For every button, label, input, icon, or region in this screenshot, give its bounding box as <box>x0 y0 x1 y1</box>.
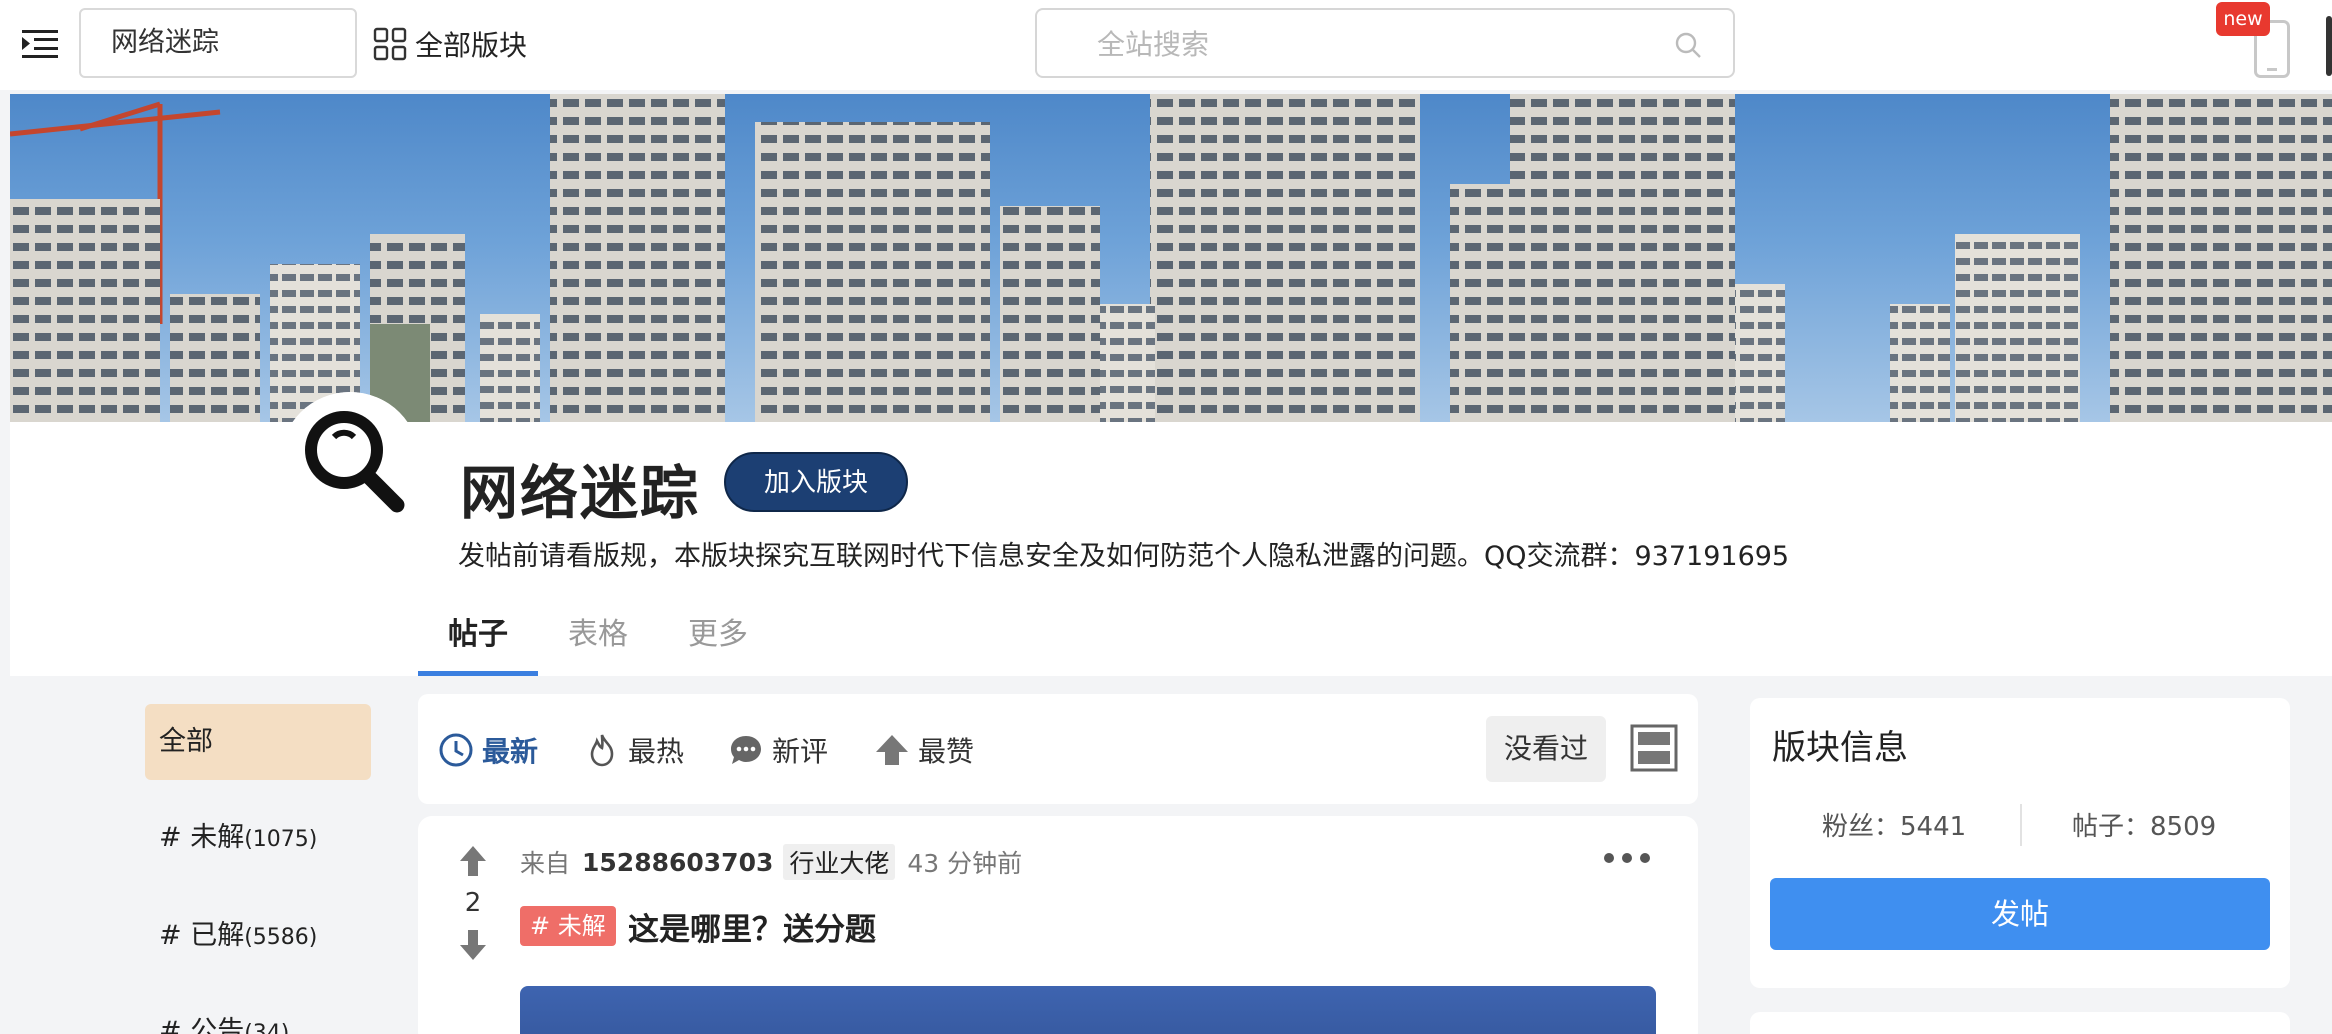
comment-icon <box>731 736 761 764</box>
board-description: 发帖前请看版规，本版块探究互联网时代下信息安全及如何防范个人隐私泄露的问题。QQ… <box>458 541 1790 572</box>
downvote-icon[interactable] <box>458 928 488 962</box>
sort-hottest[interactable]: 最热 <box>584 728 684 772</box>
post-title[interactable]: 这是哪里？送分题 <box>628 904 876 949</box>
sort-label: 最热 <box>628 735 685 768</box>
category-label: # 已解 <box>159 920 245 951</box>
from-label: 来自 <box>520 849 571 878</box>
category-count: (34) <box>244 1021 290 1034</box>
unseen-filter-button[interactable]: 没看过 <box>1486 716 1606 782</box>
new-post-button[interactable]: 发帖 <box>1770 878 2270 950</box>
sort-newest[interactable]: 最新 <box>438 728 538 772</box>
top-bar: 网络迷踪 全部版块 new <box>0 0 2332 90</box>
tab-table[interactable]: 表格 <box>538 608 658 676</box>
post-time: 43 分钟前 <box>907 849 1023 878</box>
vote-count: 2 <box>464 888 482 918</box>
author-rank-badge: 行业大佬 <box>783 844 896 880</box>
all-boards-label: 全部版块 <box>415 29 528 62</box>
sort-new-comments[interactable]: 新评 <box>728 728 828 772</box>
grid-icon <box>373 27 407 61</box>
sort-label: 最新 <box>482 735 539 768</box>
all-boards-link[interactable]: 全部版块 <box>373 24 527 64</box>
board-info-panel: 版块信息 粉丝：5441 帖子：8509 发帖 <box>1750 698 2290 988</box>
board-selector[interactable]: 网络迷踪 <box>79 8 357 78</box>
category-solved[interactable]: # 已解(5586) <box>145 898 371 974</box>
category-label: # 未解 <box>159 822 245 853</box>
join-board-button[interactable]: 加入版块 <box>724 452 908 512</box>
stats-divider <box>2020 804 2022 846</box>
flame-icon <box>590 734 614 767</box>
posts-count: 帖子：8509 <box>2072 812 2217 842</box>
search-input[interactable] <box>1097 24 1657 64</box>
post-card[interactable]: 2 来自 15288603703 行业大佬 43 分钟前 # 未解 这是哪里？送… <box>418 816 1698 1034</box>
board-title: 网络迷踪 <box>460 459 701 527</box>
tab-more[interactable]: 更多 <box>658 608 778 676</box>
tab-posts[interactable]: 帖子 <box>418 608 538 676</box>
board-banner-image <box>10 94 2332 422</box>
clock-icon <box>439 733 473 767</box>
post-author[interactable]: 15288603703 <box>582 848 773 877</box>
secondary-panel <box>1750 1012 2290 1034</box>
upvote-icon[interactable] <box>458 844 488 878</box>
fans-count: 粉丝：5441 <box>1822 812 1967 842</box>
scroll-edge <box>2326 16 2332 76</box>
category-count: (1075) <box>244 827 318 852</box>
category-announcement[interactable]: # 公告(34) <box>145 994 371 1034</box>
magnifier-icon <box>280 392 420 532</box>
category-label: 全部 <box>159 726 213 757</box>
layout-toggle-icon[interactable] <box>1630 724 1678 772</box>
board-info-title: 版块信息 <box>1772 728 1908 768</box>
post-image[interactable] <box>520 986 1656 1034</box>
search-icon[interactable] <box>1673 30 1703 60</box>
board-logo <box>280 392 420 532</box>
sort-most-liked[interactable]: 最赞 <box>874 728 974 772</box>
sort-label: 新评 <box>772 735 829 768</box>
sort-bar: 最新 最热 新评 最赞 没看过 <box>418 694 1698 804</box>
new-badge: new <box>2216 2 2270 36</box>
board-stats: 粉丝：5441 帖子：8509 <box>1750 804 2290 846</box>
category-unsolved[interactable]: # 未解(1075) <box>145 800 371 876</box>
category-all[interactable]: 全部 <box>145 704 371 780</box>
post-meta: 来自 15288603703 行业大佬 43 分钟前 <box>520 844 1022 880</box>
more-options-icon[interactable] <box>1602 848 1652 868</box>
sort-label: 最赞 <box>918 735 975 768</box>
site-search <box>1035 8 1735 78</box>
menu-toggle-icon[interactable] <box>22 28 60 60</box>
category-count: (5586) <box>244 925 318 950</box>
post-status-tag: # 未解 <box>520 906 616 946</box>
category-label: # 公告 <box>159 1016 245 1034</box>
board-tabs: 帖子 表格 更多 <box>418 608 778 676</box>
up-arrow-icon <box>876 735 908 765</box>
